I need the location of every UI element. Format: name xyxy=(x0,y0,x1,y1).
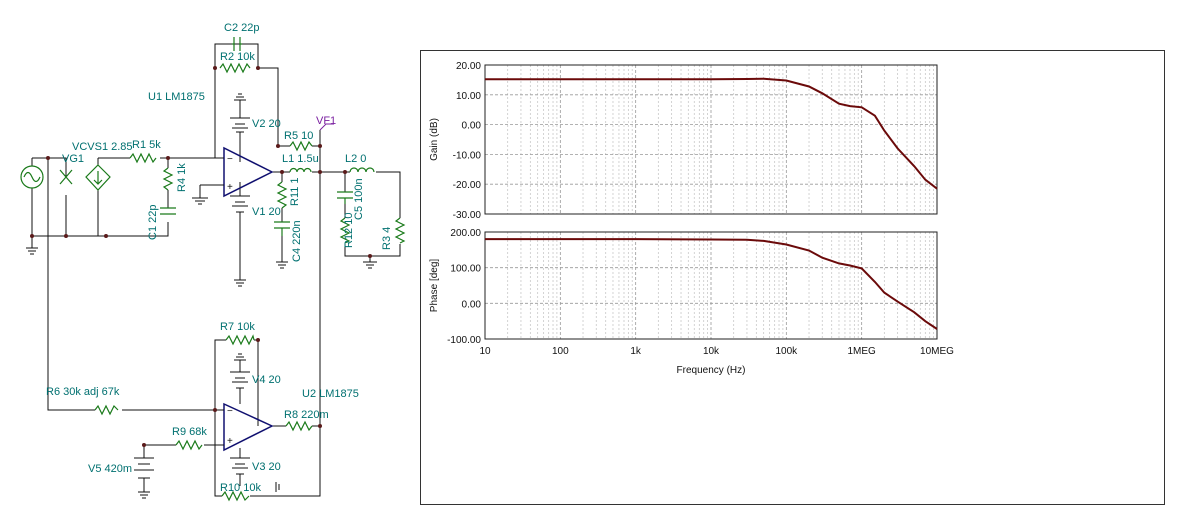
label-r8: R8 220m xyxy=(284,409,329,421)
y-axis-label: Phase [deg] xyxy=(429,259,440,313)
label-r3: R3 4 xyxy=(381,227,393,250)
svg-text:−: − xyxy=(227,154,233,165)
battery-v4 xyxy=(230,371,250,389)
ground-icon xyxy=(26,247,38,255)
label-v3: V3 20 xyxy=(252,461,281,473)
label-r10: R10 10k xyxy=(220,482,261,494)
capacitor-c4 xyxy=(274,221,290,236)
label-v2: V2 20 xyxy=(252,118,281,130)
ground-icon xyxy=(192,197,208,205)
bode-plot: 20.00 10.00 0.00 -10.00 -20.00 -30.00 Gain (dB… xyxy=(429,61,954,376)
circuit-schematic: − + − + C2 22p R2 10k U1 LM1875 VCVS1 2.… xyxy=(20,22,406,502)
y-tick-label: -10.00 xyxy=(453,150,482,161)
label-vcvs1: VCVS1 2.85 xyxy=(72,141,133,153)
resistors xyxy=(94,62,406,502)
resistor-r7 xyxy=(225,334,255,346)
label-r9: R9 68k xyxy=(172,426,207,438)
capacitor-c1 xyxy=(160,207,176,215)
capacitor-c5 xyxy=(337,191,353,204)
resistor-r4 xyxy=(162,167,174,191)
frequency-axis: 10 100 1k 10k 100k 1MEG 10MEG Frequency (Hz) xyxy=(479,346,954,376)
label-c4: C4 220n xyxy=(291,220,303,262)
label-vg1: VG1 xyxy=(62,153,84,165)
x-tick-label: 10 xyxy=(479,346,491,357)
ground-icon xyxy=(363,261,377,269)
y-tick-label: -100.00 xyxy=(447,335,481,346)
label-v4: V4 20 xyxy=(252,374,281,386)
battery-v5 xyxy=(134,457,154,479)
bode-plot-frame: 20.00 10.00 0.00 -10.00 -20.00 -30.00 Gain (dB… xyxy=(420,50,1165,505)
y-tick-label: 10.00 xyxy=(456,91,481,102)
x-axis-label: Frequency (Hz) xyxy=(677,365,746,376)
label-u1: U1 LM1875 xyxy=(148,91,205,103)
label-c2: C2 22p xyxy=(224,22,259,34)
gain-panel: 20.00 10.00 0.00 -10.00 -20.00 -30.00 Gain (dB… xyxy=(429,61,938,221)
resistor-r1 xyxy=(129,152,157,164)
resistor-r2 xyxy=(219,62,251,74)
component-labels: C2 22p R2 10k U1 LM1875 VCVS1 2.85 VG1 R… xyxy=(46,22,393,494)
x-tick-label: 1MEG xyxy=(847,346,876,357)
label-r11: R11 1 xyxy=(289,177,301,206)
resistor-r3 xyxy=(394,217,406,244)
label-vf1: VF1 xyxy=(316,115,336,127)
battery-v3 xyxy=(230,457,250,475)
opamps: − + − + xyxy=(200,146,274,452)
inductor-l2 xyxy=(349,167,375,173)
resistor-r5 xyxy=(289,140,313,152)
ground-icon xyxy=(276,261,288,269)
label-r12: R12 10 xyxy=(343,213,355,248)
x-tick-label: 100 xyxy=(552,346,569,357)
battery-v2 xyxy=(230,117,250,133)
label-l1: L1 1.5u xyxy=(282,153,319,165)
label-r2: R2 10k xyxy=(220,51,255,63)
batteries xyxy=(134,117,250,479)
x-tick-label: 100k xyxy=(775,346,798,357)
wires xyxy=(31,43,401,497)
label-v5: V5 420m xyxy=(88,463,132,475)
y-axis-label: Gain (dB) xyxy=(429,118,440,161)
svg-text:+: + xyxy=(227,182,233,193)
inductor-l1 xyxy=(289,167,312,173)
ground-icon xyxy=(138,491,150,499)
x-tick-label: 1k xyxy=(630,346,642,357)
resistor-r6 xyxy=(94,404,119,416)
resistor-r8 xyxy=(285,420,313,432)
x-tick-label: 10k xyxy=(703,346,720,357)
inductors xyxy=(289,167,375,173)
label-l2: L2 0 xyxy=(345,153,366,165)
y-tick-label: 0.00 xyxy=(462,299,482,310)
x-tick-label: 10MEG xyxy=(920,346,954,357)
sine-icon xyxy=(23,171,41,183)
y-tick-label: 0.00 xyxy=(462,121,482,132)
label-v1: V1 20 xyxy=(252,206,281,218)
y-tick-label: -30.00 xyxy=(453,210,482,221)
phase-panel: 200.00 100.00 0.00 -100.00 Phase [deg] xyxy=(429,228,938,346)
label-u2: U2 LM1875 xyxy=(302,388,359,400)
y-tick-label: 100.00 xyxy=(450,264,481,275)
label-r7: R7 10k xyxy=(220,321,255,333)
svg-text:+: + xyxy=(227,436,233,447)
label-r1: R1 5k xyxy=(132,139,161,151)
label-r4: R4 1k xyxy=(176,163,188,192)
ground-icon xyxy=(234,93,246,101)
ground-icon xyxy=(234,279,246,287)
battery-v1 xyxy=(230,195,250,213)
label-c1: C1 22p xyxy=(147,205,159,240)
ground-icon xyxy=(275,482,280,492)
label-r6: R6 30k adj 67k xyxy=(46,386,120,398)
y-tick-label: 20.00 xyxy=(456,61,481,72)
ground-icon xyxy=(234,353,246,361)
resistor-r11 xyxy=(276,181,288,209)
y-tick-label: 200.00 xyxy=(450,228,481,239)
resistor-r9 xyxy=(175,439,203,451)
label-r5: R5 10 xyxy=(284,130,313,142)
y-tick-label: -20.00 xyxy=(453,180,482,191)
svg-text:−: − xyxy=(227,406,233,417)
